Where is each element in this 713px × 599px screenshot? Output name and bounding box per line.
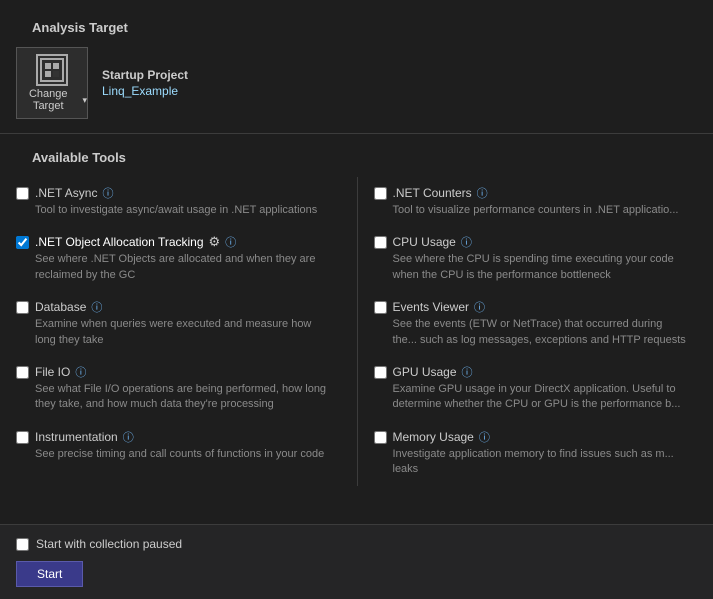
available-tools-section: Available Tools .NET Async ⓘ Tool to inv…	[0, 134, 713, 486]
tool-item-net-object-allocation: .NET Object Allocation Tracking ⚙ ⓘ See …	[16, 226, 357, 291]
tool-checkbox-net-async[interactable]	[16, 187, 29, 200]
tool-name-instrumentation: Instrumentation	[35, 430, 118, 444]
bottom-area: Start with collection paused Start	[0, 524, 713, 599]
info-icon-database[interactable]: ⓘ	[91, 299, 102, 315]
tool-checkbox-database[interactable]	[16, 301, 29, 314]
tool-desc-database: Examine when queries were executed and m…	[35, 317, 335, 348]
collection-paused-row: Start with collection paused	[16, 537, 697, 551]
available-tools-title: Available Tools	[16, 140, 697, 171]
gear-icon-net-object-allocation[interactable]: ⚙	[209, 234, 221, 250]
tool-item-instrumentation: Instrumentation ⓘ See precise timing and…	[16, 421, 357, 486]
tool-name-net-object-allocation: .NET Object Allocation Tracking	[35, 235, 204, 249]
analysis-target-title: Analysis Target	[16, 10, 697, 41]
tool-item-database: Database ⓘ Examine when queries were exe…	[16, 291, 357, 356]
tool-item-file-io: File IO ⓘ See what File I/O operations a…	[16, 356, 357, 421]
collection-paused-label[interactable]: Start with collection paused	[36, 537, 182, 551]
tool-checkbox-instrumentation[interactable]	[16, 431, 29, 444]
tool-item-gpu-usage: GPU Usage ⓘ Examine GPU usage in your Di…	[357, 356, 698, 421]
tool-item-events-viewer: Events Viewer ⓘ See the events (ETW or N…	[357, 291, 698, 356]
tool-desc-gpu-usage: Examine GPU usage in your DirectX applic…	[393, 382, 690, 413]
tool-checkbox-net-object-allocation[interactable]	[16, 236, 29, 249]
tool-checkbox-memory-usage[interactable]	[374, 431, 387, 444]
collection-paused-checkbox[interactable]	[16, 538, 29, 551]
tool-item-net-async: .NET Async ⓘ Tool to investigate async/a…	[16, 177, 357, 226]
tool-content-events-viewer: Events Viewer ⓘ See the events (ETW or N…	[393, 299, 690, 348]
tool-item-memory-usage: Memory Usage ⓘ Investigate application m…	[357, 421, 698, 486]
target-row: Change Target ▾ Startup Project Linq_Exa…	[16, 47, 697, 119]
startup-info: Startup Project Linq_Example	[102, 68, 188, 98]
tool-content-net-async: .NET Async ⓘ Tool to investigate async/a…	[35, 185, 317, 218]
tool-item-net-counters: .NET Counters ⓘ Tool to visualize perfor…	[357, 177, 698, 226]
analysis-target-section: Analysis Target Change Target ▾ Startup …	[0, 0, 713, 133]
tool-name-events-viewer: Events Viewer	[393, 300, 469, 314]
info-icon-events-viewer[interactable]: ⓘ	[474, 299, 485, 315]
tool-desc-events-viewer: See the events (ETW or NetTrace) that oc…	[393, 317, 690, 348]
tool-name-net-async: .NET Async	[35, 186, 97, 200]
tool-checkbox-net-counters[interactable]	[374, 187, 387, 200]
tool-content-net-object-allocation: .NET Object Allocation Tracking ⚙ ⓘ See …	[35, 234, 335, 283]
tool-content-database: Database ⓘ Examine when queries were exe…	[35, 299, 335, 348]
tool-name-gpu-usage: GPU Usage	[393, 365, 457, 379]
info-icon-net-counters[interactable]: ⓘ	[477, 185, 488, 201]
info-icon-net-async[interactable]: ⓘ	[102, 185, 113, 201]
info-icon-memory-usage[interactable]: ⓘ	[479, 429, 490, 445]
tool-name-net-counters: .NET Counters	[393, 186, 472, 200]
startup-project-name: Linq_Example	[102, 84, 188, 98]
tool-name-memory-usage: Memory Usage	[393, 430, 474, 444]
tool-desc-cpu-usage: See where the CPU is spending time execu…	[393, 252, 690, 283]
change-target-icon	[36, 54, 68, 86]
change-target-button[interactable]: Change Target ▾	[16, 47, 88, 119]
tool-name-file-io: File IO	[35, 365, 70, 379]
tool-content-file-io: File IO ⓘ See what File I/O operations a…	[35, 364, 335, 413]
info-icon-gpu-usage[interactable]: ⓘ	[462, 364, 473, 380]
tool-desc-net-object-allocation: See where .NET Objects are allocated and…	[35, 252, 335, 283]
tools-grid: .NET Async ⓘ Tool to investigate async/a…	[16, 177, 697, 486]
tool-checkbox-cpu-usage[interactable]	[374, 236, 387, 249]
tool-name-cpu-usage: CPU Usage	[393, 235, 456, 249]
tool-checkbox-file-io[interactable]	[16, 366, 29, 379]
start-button[interactable]: Start	[16, 561, 83, 587]
info-icon-instrumentation[interactable]: ⓘ	[123, 429, 134, 445]
startup-label: Startup Project	[102, 68, 188, 82]
tool-desc-file-io: See what File I/O operations are being p…	[35, 382, 335, 413]
info-icon-net-object-allocation[interactable]: ⓘ	[225, 234, 236, 250]
info-icon-file-io[interactable]: ⓘ	[75, 364, 86, 380]
tool-content-instrumentation: Instrumentation ⓘ See precise timing and…	[35, 429, 324, 462]
tool-name-database: Database	[35, 300, 86, 314]
tool-content-gpu-usage: GPU Usage ⓘ Examine GPU usage in your Di…	[393, 364, 690, 413]
tool-checkbox-gpu-usage[interactable]	[374, 366, 387, 379]
info-icon-cpu-usage[interactable]: ⓘ	[461, 234, 472, 250]
tool-content-memory-usage: Memory Usage ⓘ Investigate application m…	[393, 429, 690, 478]
change-target-label: Change Target ▾	[17, 88, 87, 112]
tool-checkbox-events-viewer[interactable]	[374, 301, 387, 314]
tool-item-cpu-usage: CPU Usage ⓘ See where the CPU is spendin…	[357, 226, 698, 291]
tool-content-cpu-usage: CPU Usage ⓘ See where the CPU is spendin…	[393, 234, 690, 283]
tool-desc-instrumentation: See precise timing and call counts of fu…	[35, 447, 324, 462]
tool-desc-net-async: Tool to investigate async/await usage in…	[35, 203, 317, 218]
chevron-down-icon: ▾	[82, 95, 87, 106]
tool-content-net-counters: .NET Counters ⓘ Tool to visualize perfor…	[393, 185, 679, 218]
tool-desc-net-counters: Tool to visualize performance counters i…	[393, 203, 679, 218]
tool-desc-memory-usage: Investigate application memory to find i…	[393, 447, 690, 478]
